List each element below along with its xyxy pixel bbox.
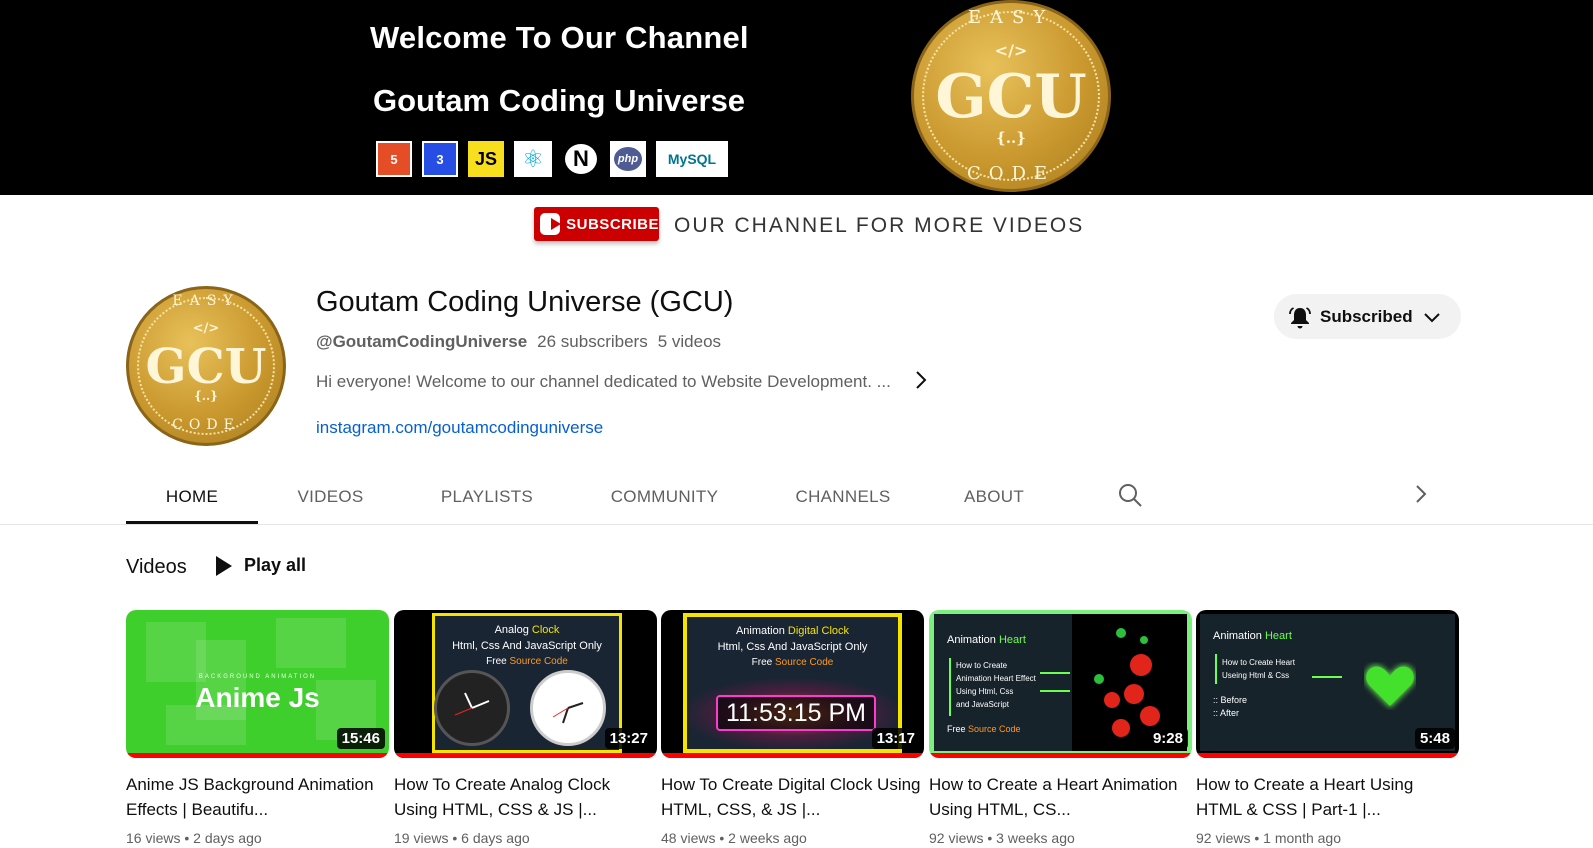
analog-clock-icon [434,670,510,746]
channel-handle: @GoutamCodingUniverse [316,332,528,351]
html5-logo-icon: 5 [376,141,412,177]
subscribe-badge: SUBSCRIBE [534,207,659,241]
tab-videos[interactable]: VIDEOS [258,474,403,524]
watch-progress-bar [126,753,389,758]
video-meta: 92 views • 3 weeks ago [929,830,1075,846]
play-all-label: Play all [244,555,307,575]
video-thumbnail[interactable]: Analog Clock Html, Css And JavaScript On… [394,610,657,758]
video-card[interactable]: Analog Clock Html, Css And JavaScript On… [394,610,657,846]
duration-badge: 13:27 [604,728,653,749]
video-title[interactable]: How To Create Analog Clock Using HTML, C… [394,772,657,822]
play-icon [216,555,232,576]
watch-progress-bar [1196,753,1459,758]
duration-badge: 9:28 [1147,728,1188,749]
subscribe-strip-text: OUR CHANNEL FOR MORE VIDEOS [674,214,1085,237]
digital-clock-display: 11:53:15 PM [716,695,876,731]
channel-meta: @GoutamCodingUniverse 26 subscribers 5 v… [316,332,721,352]
video-card[interactable]: BACKGROUND ANIMATION Anime Js 15:46 Anim… [126,610,389,846]
video-thumbnail[interactable]: Animation Heart How to Create Heart Usei… [1196,610,1459,758]
video-thumbnail[interactable]: Animation Heart How to Create Animation … [929,610,1192,758]
analog-clock-icon [530,670,606,746]
banner-subscribe-strip: SUBSCRIBE OUR CHANNEL FOR MORE VIDEOS [0,195,1593,257]
php-logo-icon: php [610,141,646,177]
tab-about[interactable]: ABOUT [928,474,1060,524]
channel-banner: Welcome To Our Channel Goutam Coding Uni… [0,0,1593,195]
video-card[interactable]: Animation Heart How to Create Heart Usei… [1196,610,1459,846]
tab-home[interactable]: HOME [126,474,258,524]
banner-title: Welcome To Our Channel [370,20,749,55]
tab-playlists[interactable]: PLAYLISTS [403,474,571,524]
react-logo-icon: ⚛ [514,141,552,177]
video-thumbnail[interactable]: BACKGROUND ANIMATION Anime Js 15:46 [126,610,389,758]
gcu-coin-logo: EASY </> GCU {..} CODE [911,0,1111,192]
js-logo-icon: JS [468,141,504,177]
mysql-logo-icon: MySQL [656,141,728,177]
channel-name: Goutam Coding Universe (GCU) [316,286,734,318]
video-thumbnail[interactable]: Animation Digital Clock Html, Css And Ja… [661,610,924,758]
video-title[interactable]: How to Create a Heart Using HTML & CSS |… [1196,772,1459,822]
channel-link[interactable]: instagram.com/goutamcodinguniverse [316,418,603,438]
tabs-divider [0,524,1593,525]
tab-community[interactable]: COMMUNITY [571,474,758,524]
duration-badge: 13:17 [871,728,920,749]
search-icon[interactable] [1117,482,1143,513]
video-meta: 19 views • 6 days ago [394,830,530,846]
subscriber-count: 26 subscribers [537,332,648,351]
channel-description[interactable]: Hi everyone! Welcome to our channel dedi… [316,372,906,392]
watch-progress-bar [661,753,924,758]
chevron-right-icon[interactable] [914,370,928,396]
subscribed-button[interactable]: Subscribed [1274,294,1461,339]
chevron-right-icon[interactable] [1414,484,1428,509]
shelf-title[interactable]: Videos [126,556,187,579]
video-title[interactable]: How To Create Digital Clock Using HTML, … [661,772,924,822]
youtube-play-icon [540,213,562,235]
chevron-down-icon [1423,311,1441,323]
avatar[interactable]: EASY </> GCU {..} CODE [126,286,286,446]
banner-subtitle: Goutam Coding Universe [373,83,746,118]
video-card[interactable]: Animation Digital Clock Html, Css And Ja… [661,610,924,846]
duration-badge: 15:46 [336,728,385,749]
css3-logo-icon: 3 [422,141,458,177]
watch-progress-bar [929,753,1192,758]
channel-tabs: HOME VIDEOS PLAYLISTS COMMUNITY CHANNELS… [126,474,1060,524]
nextjs-logo-icon: N [562,141,600,177]
video-meta: 92 views • 1 month ago [1196,830,1341,846]
play-all-button[interactable]: Play all [216,555,306,576]
watch-progress-bar [394,753,657,758]
video-card[interactable]: Animation Heart How to Create Animation … [929,610,1192,846]
video-count: 5 videos [657,332,722,351]
heart-icon [1364,662,1416,710]
video-meta: 16 views • 2 days ago [126,830,262,846]
video-title[interactable]: Anime JS Background Animation Effects | … [126,772,389,822]
duration-badge: 5:48 [1414,728,1455,749]
video-meta: 48 views • 2 weeks ago [661,830,807,846]
video-title[interactable]: How to Create a Heart Animation Using HT… [929,772,1192,822]
tab-channels[interactable]: CHANNELS [758,474,928,524]
bell-icon [1288,306,1311,328]
tech-logos: 5 3 JS ⚛ N php MySQL [376,141,728,177]
subscribed-label: Subscribed [1320,306,1413,326]
